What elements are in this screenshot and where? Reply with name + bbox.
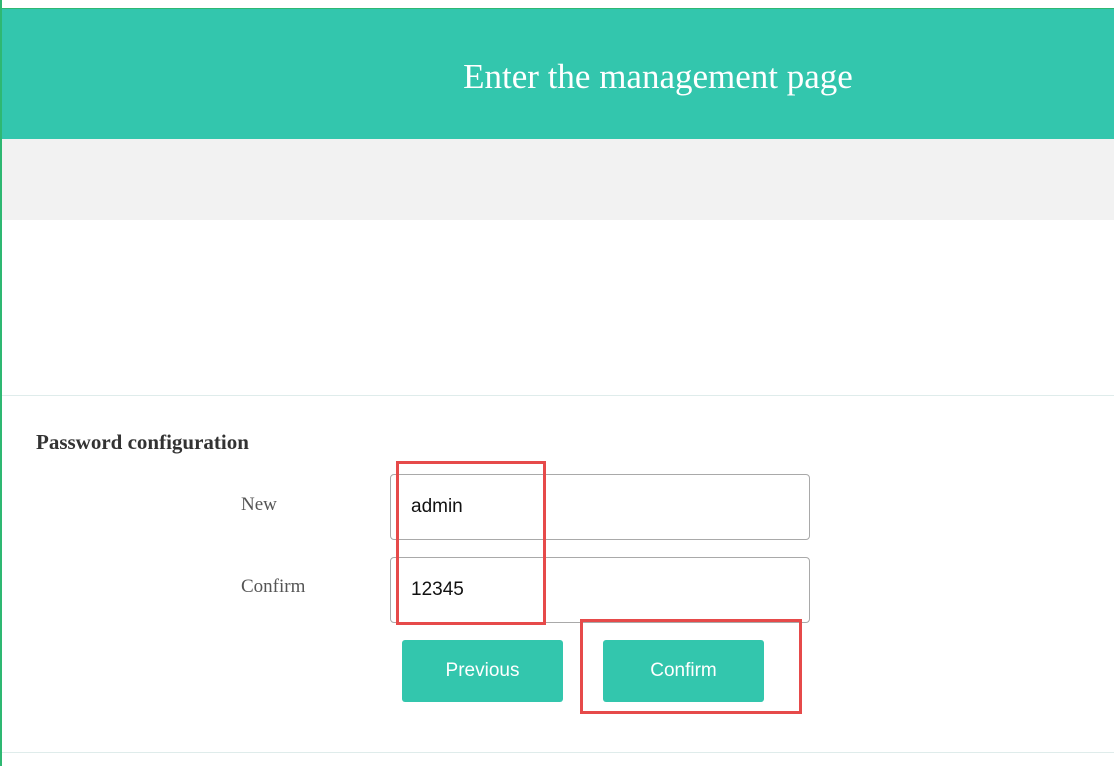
confirm-password-label: Confirm [241,576,306,597]
new-password-label: New [241,494,277,515]
page-header: Enter the management page [2,8,1114,139]
management-page: Enter the management page Password confi… [0,0,1114,766]
section-divider-bottom [2,752,1114,753]
confirm-button[interactable]: Confirm [603,640,764,702]
section-divider-top [2,395,1114,396]
previous-button[interactable]: Previous [402,640,563,702]
new-password-input[interactable] [390,474,810,540]
page-title: Enter the management page [463,57,853,96]
password-section-title: Password configuration [36,430,249,454]
gray-band [2,139,1114,220]
confirm-password-input[interactable] [390,557,810,623]
